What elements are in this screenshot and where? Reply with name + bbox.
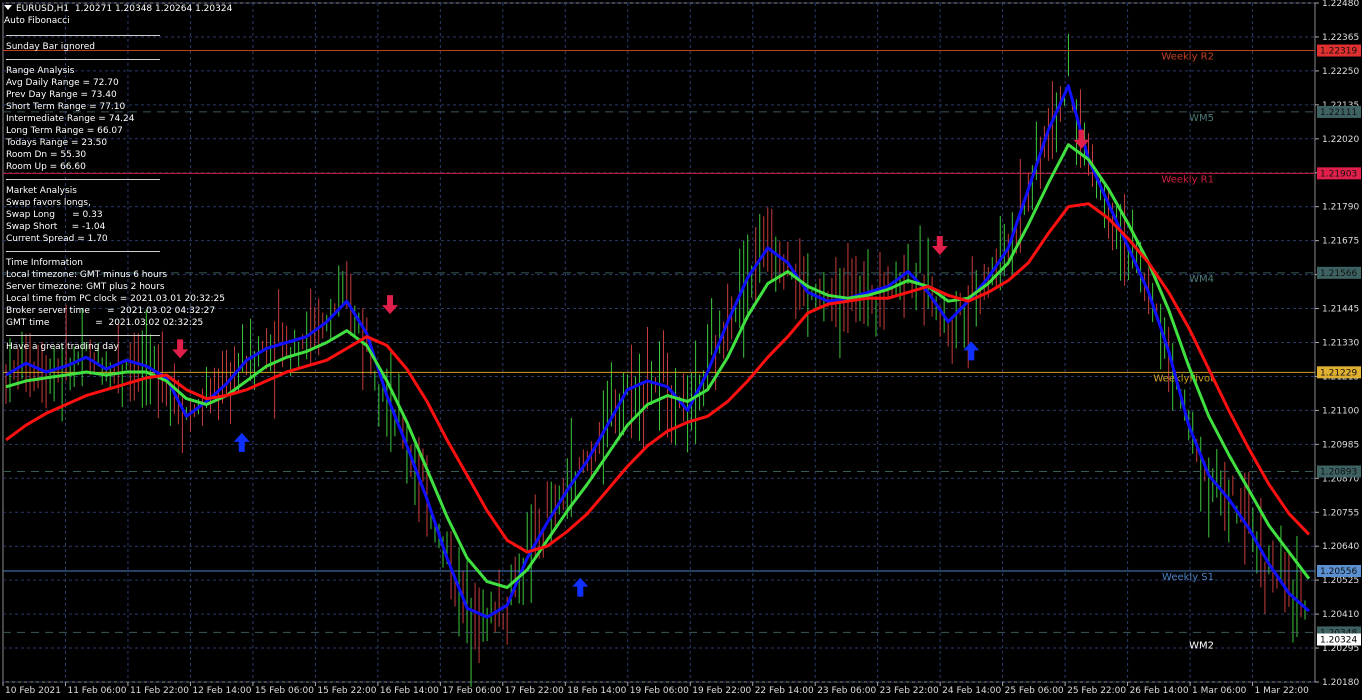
info-line: Swap favors longs,: [6, 198, 91, 208]
sell-arrow-icon: [931, 236, 948, 256]
info-line: Room Up = 66.60: [6, 162, 86, 172]
time-label: 25 Feb 06:00: [1005, 686, 1064, 696]
time-label: 11 Feb 22:00: [130, 686, 189, 696]
price-label: 1.20295: [1322, 644, 1359, 654]
info-line: Swap Short = -1.04: [6, 222, 106, 232]
time-label: 17 Feb 22:00: [505, 686, 564, 696]
buy-arrow-icon: [233, 432, 250, 452]
info-line: Todays Range = 23.50: [6, 138, 108, 148]
price-label: 1.20525: [1322, 576, 1359, 586]
time-label: 15 Feb 06:00: [255, 686, 314, 696]
price-label: 1.21100: [1322, 406, 1359, 416]
info-line: Swap Long = 0.33: [6, 210, 103, 220]
price-tag-label: 1.22319: [1320, 47, 1357, 57]
time-label: 11 Feb 06:00: [67, 686, 126, 696]
chart-menu-triangle-icon[interactable]: [4, 5, 12, 10]
level-name: WM2: [1189, 640, 1214, 651]
time-label: 1 Mar 06:00: [1192, 686, 1247, 696]
separator: [6, 35, 160, 36]
price-chart[interactable]: 1.224801.223651.222501.221351.220201.219…: [0, 0, 1362, 700]
info-line: Prev Day Range = 73.40: [6, 90, 117, 100]
level-name: Weekly R2: [1161, 52, 1214, 63]
buy-arrow-icon: [963, 341, 980, 361]
chart-header: EURUSD,H1 1.20271 1.20348 1.20264 1.2032…: [4, 3, 232, 27]
ma-line-1: [5, 143, 1311, 589]
time-label: 10 Feb 2021: [5, 686, 61, 696]
time-label: 26 Feb 14:00: [1130, 686, 1189, 696]
level-name: WM4: [1189, 274, 1214, 285]
level-name: Weekly S1: [1162, 572, 1214, 583]
sell-arrow-icon: [1073, 129, 1090, 149]
time-label: 22 Feb 14:00: [755, 686, 814, 696]
greeting: Have a great trading day: [6, 342, 119, 352]
sell-arrow-icon: [382, 295, 399, 315]
market-title: Market Analysis: [6, 186, 77, 196]
time-label: 23 Feb 22:00: [880, 686, 939, 696]
time-label: 19 Feb 06:00: [630, 686, 689, 696]
price-tag-label: 1.20893: [1320, 468, 1357, 478]
range-title: Range Analysis: [6, 66, 75, 76]
price-label: 1.22480: [1322, 0, 1359, 9]
time-title: Time Information: [6, 258, 83, 268]
price-label: 1.20755: [1322, 508, 1359, 518]
price-label: 1.22365: [1322, 33, 1359, 43]
level-name: WM5: [1189, 113, 1214, 124]
price-label: 1.20985: [1322, 440, 1359, 450]
separator: [6, 251, 160, 252]
price-label: 1.21330: [1322, 339, 1359, 349]
ma-line-0: [5, 84, 1310, 619]
price-tag-label: 1.21566: [1320, 269, 1357, 279]
ma-line-2: [5, 202, 1311, 554]
price-label: 1.20640: [1322, 542, 1359, 552]
level-name: WeeklyPivot: [1153, 373, 1214, 384]
time-label: 19 Feb 22:00: [692, 686, 751, 696]
time-label: 24 Feb 14:00: [942, 686, 1001, 696]
info-line: Short Term Range = 77.10: [6, 102, 126, 112]
price-label: 1.21445: [1322, 305, 1359, 315]
price-label: 1.20410: [1322, 610, 1359, 620]
separator: [6, 59, 160, 60]
price-label: 1.22250: [1322, 67, 1359, 77]
info-line: Intermediate Range = 74.24: [6, 114, 135, 124]
time-label: 1 Mar 22:00: [1255, 686, 1310, 696]
time-label: 17 Feb 06:00: [442, 686, 501, 696]
time-label: 12 Feb 14:00: [192, 686, 251, 696]
time-label: 16 Feb 14:00: [380, 686, 439, 696]
time-label: 23 Feb 06:00: [817, 686, 876, 696]
price-label: 1.20180: [1322, 678, 1359, 688]
price-tag-label: 1.20324: [1320, 635, 1357, 645]
time-label: 18 Feb 14:00: [567, 686, 626, 696]
time-label: 15 Feb 22:00: [317, 686, 376, 696]
info-line: Server timezone: GMT plus 2 hours: [6, 282, 165, 292]
indicator-name: Auto Fibonacci: [4, 16, 70, 26]
info-line: Avg Daily Range = 72.70: [6, 78, 119, 88]
price-tag-label: 1.21229: [1320, 368, 1357, 378]
price-tag-label: 1.21903: [1320, 169, 1357, 179]
info-line: Room Dn = 55.30: [6, 150, 87, 160]
price-tag-label: 1.20556: [1320, 567, 1357, 577]
price-tag-label: 1.22111: [1320, 108, 1357, 118]
info-line: GMT time = 2021.03.02 02:32:25: [6, 318, 204, 328]
sunday-bar-note: Sunday Bar ignored: [6, 42, 95, 52]
ohlc-values: 1.20271 1.20348 1.20264 1.20324: [74, 4, 233, 14]
price-label: 1.22020: [1322, 135, 1359, 145]
time-label: 25 Feb 22:00: [1067, 686, 1126, 696]
info-line: Local time from PC clock = 2021.03.01 20…: [6, 294, 225, 304]
level-name: Weekly R1: [1161, 174, 1214, 185]
info-line: Current Spread = 1.70: [6, 234, 108, 244]
price-label: 1.21790: [1322, 203, 1359, 213]
info-line: Broker server time = 2021.03.02 04:32:27: [6, 306, 216, 316]
symbol-label: EURUSD,H1: [16, 4, 70, 14]
info-line: Local timezone: GMT minus 6 hours: [6, 270, 168, 280]
info-line: Long Term Range = 66.07: [6, 126, 123, 136]
price-label: 1.21675: [1322, 237, 1359, 247]
separator: [6, 179, 160, 180]
separator: [6, 335, 160, 336]
